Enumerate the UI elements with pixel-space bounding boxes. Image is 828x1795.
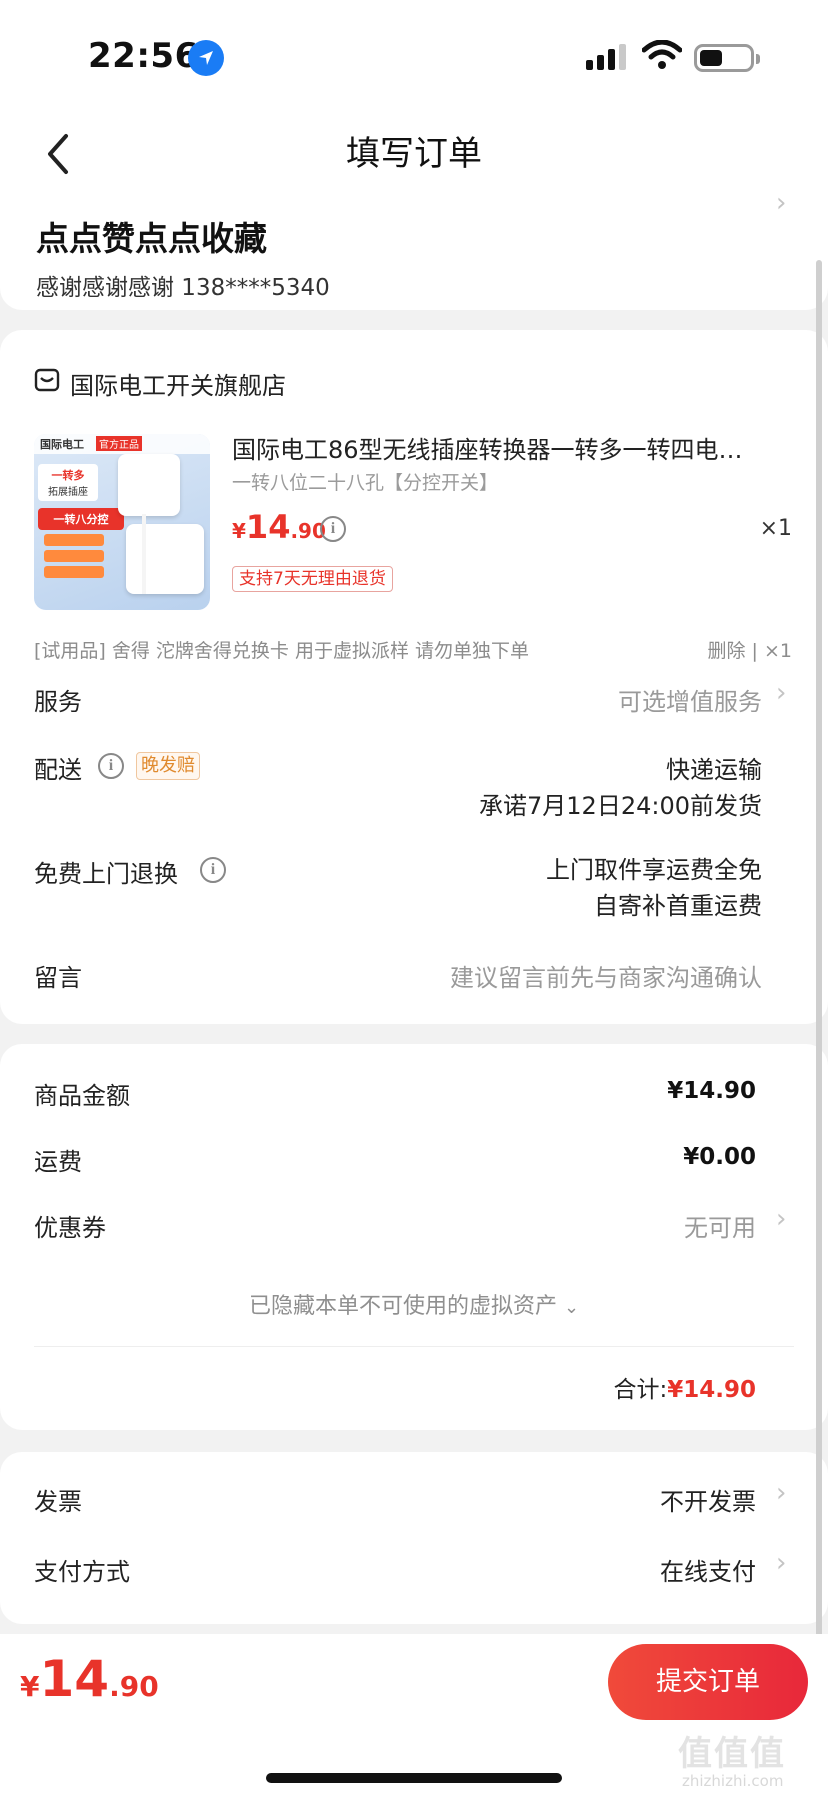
image-official-badge: 官方正品 [96, 436, 142, 451]
divider [34, 1346, 794, 1347]
payment-method-label: 支付方式 [34, 1558, 130, 1586]
chevron-right-icon: › [776, 678, 787, 708]
image-brand-text: 国际电工 [40, 438, 84, 451]
signal-icon [586, 44, 626, 70]
goods-amount-label: 商品金额 [34, 1082, 130, 1110]
product-price: ¥14.90 [232, 508, 326, 546]
payment-method-value[interactable]: 在线支付 [660, 1552, 756, 1587]
price-info-icon[interactable]: i [320, 516, 346, 542]
invoice-label: 发票 [34, 1488, 82, 1516]
return-info-icon[interactable]: i [200, 857, 226, 883]
delivery-info-icon[interactable]: i [98, 753, 124, 779]
status-bar: 22:56 [0, 0, 828, 110]
goods-amount-value: ¥14.90 [667, 1078, 756, 1104]
location-arrow-icon [188, 40, 224, 76]
delivery-promise: 承诺7月12日24:00前发货 [479, 792, 762, 820]
chevron-right-icon: › [776, 1548, 787, 1578]
trial-item-text: [试用品] 舍得 沱牌舍得兑换卡 用于虚拟派样 请勿单独下单 [34, 640, 529, 662]
service-label: 服务 [34, 688, 82, 716]
chevron-right-icon: › [776, 188, 787, 218]
delivery-label: 配送 [34, 756, 82, 784]
trial-quantity: ×1 [763, 640, 792, 662]
address-contact: 感谢感谢感谢 138****5340 [36, 275, 330, 301]
battery-icon [694, 44, 760, 72]
watermark-logo: 值值值 [678, 1734, 786, 1774]
delivery-method: 快递运输 [666, 756, 762, 784]
shop-icon [34, 368, 60, 392]
address-name: 点点赞点点收藏 [36, 219, 267, 258]
price-summary-card: 商品金额 ¥14.90 运费 ¥0.00 优惠券 无可用 › 已隐藏本单不可使用… [0, 1044, 828, 1430]
note-label: 留言 [34, 964, 82, 992]
chevron-down-icon: ⌄ [563, 1297, 580, 1318]
free-return-label: 免费上门退换 [34, 860, 178, 888]
trial-separator: | [751, 640, 758, 662]
page-title: 填写订单 [346, 134, 482, 174]
submit-order-button[interactable]: 提交订单 [608, 1644, 808, 1720]
hidden-assets-toggle[interactable]: 已隐藏本单不可使用的虚拟资产 ⌄ [0, 1288, 828, 1320]
bottom-total-price: ¥14.90 [20, 1650, 159, 1708]
status-time: 22:56 [88, 36, 199, 76]
product-title[interactable]: 国际电工86型无线插座转换器一转多一转四电… [232, 430, 792, 465]
free-return-line-1: 上门取件享运费全免 [546, 856, 762, 884]
free-return-line-2: 自寄补首重运费 [594, 892, 762, 920]
scrollbar[interactable] [816, 260, 822, 1640]
trial-delete-button[interactable]: 删除 [707, 640, 745, 662]
chevron-right-icon: › [776, 1478, 787, 1508]
image-promo-1: 一转多 [51, 469, 85, 482]
late-shipping-badge: 晚发赔 [136, 752, 200, 780]
bottom-action-bar: ¥14.90 提交订单 值值值 zhizhizhi.com [0, 1634, 828, 1795]
product-image[interactable]: 国际电工 官方正品 一转多 拓展插座 一转八分控 [34, 434, 210, 610]
nav-bar: 填写订单 [0, 110, 828, 200]
coupon-value[interactable]: 无可用 [684, 1208, 756, 1243]
chevron-right-icon: › [776, 1204, 787, 1234]
invoice-payment-card: 发票 不开发票 › 支付方式 在线支付 › [0, 1452, 828, 1624]
invoice-value[interactable]: 不开发票 [660, 1482, 756, 1517]
shipping-fee-value: ¥0.00 [683, 1144, 756, 1170]
home-indicator[interactable] [266, 1773, 562, 1783]
image-promo-3: 一转八分控 [38, 508, 124, 530]
service-value[interactable]: 可选增值服务 [618, 682, 762, 717]
watermark-url: zhizhizhi.com [682, 1772, 784, 1790]
trial-item-actions: 删除 | ×1 [707, 636, 792, 663]
shop-name[interactable]: 国际电工开关旗舰店 [70, 366, 286, 401]
return-policy-badge: 支持7天无理由退货 [232, 566, 393, 592]
product-quantity: ×1 [759, 516, 792, 541]
total-amount: 合计:¥14.90 [613, 1370, 756, 1404]
shipping-fee-label: 运费 [34, 1148, 82, 1176]
product-spec: 一转八位二十八孔【分控开关】 [232, 472, 499, 494]
product-card: 国际电工开关旗舰店 国际电工 官方正品 一转多 拓展插座 一转八分控 国际电工8… [0, 330, 828, 1024]
total-value: ¥14.90 [667, 1377, 756, 1403]
image-promo-2: 拓展插座 [48, 487, 88, 498]
hidden-assets-text: 已隐藏本单不可使用的虚拟资产 [248, 1294, 557, 1319]
address-card[interactable]: 点点赞点点收藏 感谢感谢感谢 138****5340 › [0, 188, 828, 310]
wifi-icon [642, 40, 682, 69]
note-input[interactable]: 建议留言前先与商家沟通确认 [450, 958, 762, 993]
coupon-label: 优惠券 [34, 1214, 106, 1242]
total-label: 合计: [613, 1377, 668, 1403]
